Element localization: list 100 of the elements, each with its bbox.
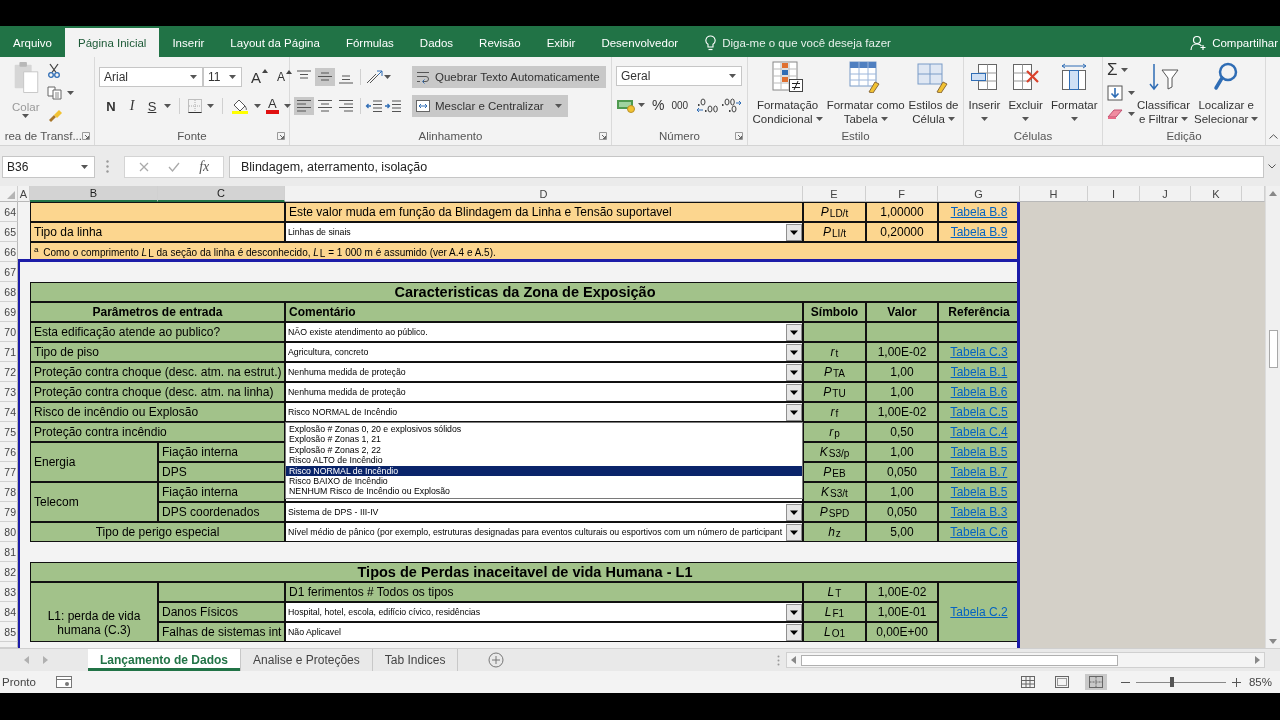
sheet-tab[interactable]: Lançamento de Dados	[88, 649, 242, 671]
wrap-text-button[interactable]: Quebrar Texto Automaticamente	[412, 66, 606, 88]
caret-icon[interactable]	[1128, 112, 1135, 116]
underline-button[interactable]: S	[145, 98, 159, 114]
row-header[interactable]: 79	[0, 502, 18, 522]
column-header[interactable]: E	[803, 186, 866, 202]
autosum-button[interactable]: Σ	[1107, 61, 1135, 79]
dropdown-option[interactable]: Explosão # Zonas 1, 21	[286, 434, 802, 445]
dropdown-option[interactable]: Explosão # Zonas 0, 20 e explosivos sólidos	[286, 424, 802, 435]
merge-center-button[interactable]: Mesclar e Centralizar	[412, 95, 568, 117]
ribbon-tab[interactable]: Exibir	[533, 28, 589, 57]
caret-icon[interactable]	[67, 91, 75, 95]
cell-styles-button[interactable]: Estilos de Célula	[906, 57, 961, 126]
table-link[interactable]: Tabela B.8	[950, 205, 1008, 219]
insert-cells-button[interactable]: Inserir	[966, 57, 1003, 121]
dropdown-cell[interactable]: Agricultura, concreto	[285, 342, 803, 362]
ribbon-tab[interactable]: Layout da Página	[217, 28, 333, 57]
scrollbar-thumb[interactable]	[801, 654, 1118, 666]
align-left-icon[interactable]	[294, 97, 314, 115]
font-color-button[interactable]: A	[266, 98, 279, 114]
percent-button[interactable]: %	[652, 97, 665, 113]
scroll-down-icon[interactable]	[1269, 639, 1277, 644]
dropdown-option[interactable]: Risco ALTO de Incêndio	[286, 455, 802, 466]
dropdown-cell[interactable]: Sistema de DPS - III-IV	[285, 502, 803, 522]
caret-icon[interactable]	[283, 104, 291, 108]
name-box[interactable]: B36	[2, 155, 95, 178]
ribbon-tab[interactable]: Inserir	[159, 28, 218, 57]
bold-button[interactable]: N	[103, 98, 119, 114]
align-center-icon[interactable]	[315, 97, 335, 115]
add-sheet-icon[interactable]	[488, 652, 505, 668]
thousands-button[interactable]: 000	[671, 99, 689, 111]
row-header[interactable]: 73	[0, 382, 18, 402]
ribbon-tab[interactable]: Fórmulas	[332, 28, 407, 57]
font-size-field[interactable]: 11	[203, 67, 242, 87]
column-header[interactable]: K	[1191, 186, 1242, 202]
dropdown-cell[interactable]: Nível médio de pânico (por exemplo, estruturas designadas para eventos culturais ou esportivos com um número de participant	[285, 522, 803, 542]
column-header[interactable]: G	[938, 186, 1020, 202]
dropdown-option[interactable]: Risco BAIXO de Incêndio	[286, 475, 802, 487]
row-header[interactable]: 67	[0, 262, 18, 282]
column-header[interactable]: C	[158, 186, 285, 202]
zoom-in-icon[interactable]	[1231, 677, 1241, 687]
check-icon[interactable]	[167, 161, 180, 172]
zoom-slider-thumb[interactable]	[1169, 677, 1174, 687]
search-field[interactable]: Diga-me o que você deseja fazer	[722, 36, 913, 49]
row-header[interactable]: 80	[0, 522, 18, 542]
lightbulb-icon[interactable]	[705, 34, 717, 51]
row-header[interactable]: 71	[0, 342, 18, 362]
dialog-launcher-icon[interactable]	[599, 132, 607, 140]
dialog-launcher-icon[interactable]	[735, 132, 743, 140]
dropdown-option[interactable]: NENHUM Risco de Incêndio ou Explosão	[286, 486, 802, 497]
ribbon-tab[interactable]: Dados	[406, 28, 467, 57]
brush-icon[interactable]	[47, 108, 64, 122]
row-header[interactable]: 75	[0, 422, 18, 442]
caret-icon[interactable]	[638, 103, 645, 107]
page-break-view-icon[interactable]	[1084, 674, 1107, 690]
font-name-field[interactable]: Arial	[99, 67, 203, 87]
eraser-icon[interactable]	[1107, 108, 1123, 120]
shrink-font-button[interactable]: A	[277, 70, 293, 84]
ribbon-tab[interactable]: Página Inicial	[65, 28, 160, 57]
macro-record-icon[interactable]	[55, 676, 72, 688]
row-header[interactable]: 68	[0, 282, 18, 302]
ribbon-tab[interactable]: Desenvolvedor	[588, 28, 692, 57]
insert-function-button[interactable]: fx	[199, 158, 210, 175]
column-header[interactable]: J	[1140, 186, 1191, 202]
grow-font-button[interactable]: A	[251, 68, 268, 86]
row-header[interactable]: 78	[0, 482, 18, 502]
decrease-decimal-icon[interactable]	[720, 97, 743, 113]
dropdown-cell[interactable]: Nenhuma medida de proteção	[285, 362, 803, 382]
number-format-field[interactable]: Geral	[616, 66, 742, 86]
row-header[interactable]: 65	[0, 222, 18, 242]
caret-icon[interactable]	[207, 104, 214, 108]
row-header[interactable]: 85	[0, 622, 18, 642]
collapse-ribbon-icon[interactable]	[1268, 134, 1278, 139]
dropdown-cell[interactable]: Não Aplicavel	[285, 622, 803, 642]
horizontal-scrollbar[interactable]	[786, 652, 1265, 668]
row-header[interactable]: 82	[0, 562, 18, 582]
sort-filter-button[interactable]: Classificar e Filtrar	[1135, 57, 1193, 126]
copy-icon[interactable]	[47, 86, 63, 100]
row-header[interactable]: 81	[0, 542, 18, 562]
format-as-table-button[interactable]: Formatar como Tabela	[824, 57, 907, 126]
ribbon-tab[interactable]: Arquivo	[0, 28, 65, 57]
row-header[interactable]: 77	[0, 462, 18, 482]
dropdown-cell[interactable]: Hospital, hotel, escola, edifício cívico, residências	[285, 602, 803, 622]
scrollbar-thumb[interactable]	[1268, 330, 1278, 368]
scissors-icon[interactable]	[47, 63, 62, 78]
row-header[interactable]: 64	[0, 202, 18, 222]
row-header[interactable]: 83	[0, 582, 18, 602]
orientation-icon[interactable]	[365, 70, 383, 84]
dropdown-cell[interactable]: NÃO existe atendimento ao público.	[285, 322, 803, 342]
align-right-icon[interactable]	[336, 97, 356, 115]
fill-down-icon[interactable]	[1107, 85, 1123, 101]
column-header[interactable]: H	[1020, 186, 1088, 202]
increase-indent-icon[interactable]	[384, 99, 402, 113]
dropdown-cell[interactable]: Linhas de sinais	[285, 222, 803, 242]
table-link[interactable]: Tabela B.9	[950, 225, 1008, 239]
paint-bucket-icon[interactable]	[231, 98, 249, 114]
row-header[interactable]: 84	[0, 602, 18, 622]
dropdown-option[interactable]: Risco NORMAL de Incêndio	[286, 465, 802, 476]
currency-icon[interactable]	[616, 97, 636, 113]
format-cells-button[interactable]: Formatar	[1048, 57, 1100, 121]
